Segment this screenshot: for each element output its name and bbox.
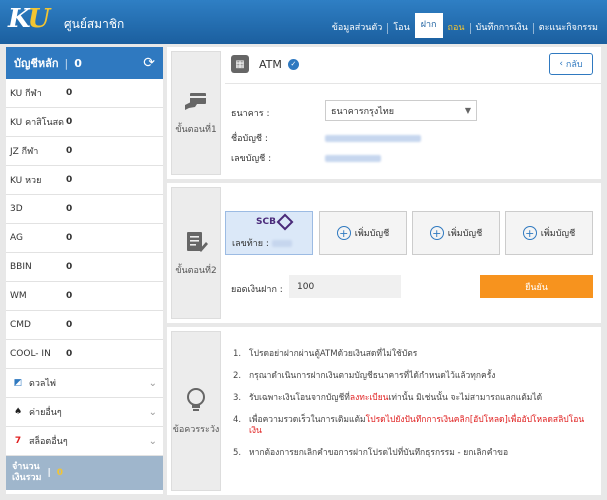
balance-row-label: AG xyxy=(10,233,23,243)
seven-icon: 7 xyxy=(14,436,22,446)
lightbulb-icon xyxy=(185,387,207,418)
balance-row-value: 0 xyxy=(66,204,73,214)
balance-row: CMD 0 xyxy=(6,311,163,340)
main-account-balance: 0 xyxy=(74,56,82,70)
add-account-button[interactable]: + เพิ่มบัญชี xyxy=(505,211,593,255)
balance-row-value: 0 xyxy=(66,320,73,330)
balance-row-value: 0 xyxy=(66,262,73,272)
spade-icon: ♠ xyxy=(13,407,23,417)
plus-icon: + xyxy=(429,226,444,240)
plus-icon: + xyxy=(336,226,351,240)
step1-panel: ขั้นตอนที่1 ▦ ATM ✓ ‹ กลับ ธนาคาร : ธนาค… xyxy=(167,47,601,179)
caret-down-icon: ▼ xyxy=(464,106,471,115)
divider xyxy=(225,83,601,84)
top-nav: ข้อมูลส่วนตัว โอน ฝาก ถอน บันทึกการเงิน ตะแนะ… xyxy=(327,13,603,38)
account-number-label: เลขบัญชี : xyxy=(231,154,272,164)
balance-row-value: 0 xyxy=(66,233,73,243)
total-balance: จำนวน เงินรวม | 0 xyxy=(6,456,163,490)
balance-row-value: 0 xyxy=(66,349,73,359)
total-balance-value: 0 xyxy=(56,467,64,478)
balance-row-label: KU กีฬา xyxy=(10,89,42,99)
balance-row-value: 0 xyxy=(66,291,73,301)
notice-item: 4. เพื่อความรวดเร็วในการเติมแต้มโปรดไปยัง… xyxy=(233,415,585,436)
confirm-button[interactable]: ยืนยัน xyxy=(480,275,593,298)
balance-row-label: BBIN xyxy=(10,262,32,272)
refresh-icon[interactable]: ⟳ xyxy=(143,55,155,71)
balance-row: WM 0 xyxy=(6,282,163,311)
balance-row: AG 0 xyxy=(6,224,163,253)
card-hand-icon xyxy=(183,91,209,118)
balance-row-value: 0 xyxy=(66,146,73,156)
top-header: KU ศูนย์สมาชิก ข้อมูลส่วนตัว โอน ฝาก ถอน บัน… xyxy=(0,0,607,44)
main-account-header: บัญชีหลัก | 0 ⟳ xyxy=(6,47,163,79)
nav-item[interactable]: ฝาก xyxy=(414,13,443,38)
deposit-method: ▦ ATM ✓ xyxy=(231,55,299,73)
bank-select[interactable]: ธนาคารกรุงไทย ▼ xyxy=(325,100,477,121)
balance-row-value: 0 xyxy=(66,117,73,127)
bank-account-card-scb[interactable]: SCB เลขท้าย : xyxy=(225,211,313,255)
notice-list: 1. โปรดอย่าฝากผ่านตู้ATMด้วยเงินสดที่ไม่ใ… xyxy=(233,349,593,470)
chevron-down-icon: ⌄ xyxy=(148,406,157,418)
nav-item[interactable]: โอน xyxy=(387,23,414,34)
balance-row: KU กีฬา 0 xyxy=(6,79,163,108)
step2-indicator: ขั้นตอนที่2 xyxy=(171,187,221,319)
balance-row-label: CMD xyxy=(10,320,31,330)
balance-row-label: WM xyxy=(10,291,27,301)
bank-label: ธนาคาร : xyxy=(231,109,270,119)
plus-icon: + xyxy=(522,226,537,240)
provider-expander[interactable]: ◩ ดวลไพ่ ⌄ xyxy=(6,369,163,398)
back-button[interactable]: ‹ กลับ xyxy=(549,53,593,75)
provider-expander[interactable]: ♠ ค่ายอื่นๆ ⌄ xyxy=(6,398,163,427)
balance-row: KU หวย 0 xyxy=(6,166,163,195)
notice-panel: ข้อควรระวัง 1. โปรดอย่าฝากผ่านตู้ATMด้วยเ… xyxy=(167,327,601,495)
ku-logo[interactable]: KU xyxy=(8,4,58,40)
cards-icon: ◩ xyxy=(13,378,23,388)
notice-item: 2. กรุณาดำเนินการฝากเงินตามบัญชีธนาคารที่… xyxy=(233,371,496,381)
nav-item[interactable]: ข้อมูลส่วนตัว xyxy=(327,23,388,34)
add-account-button[interactable]: + เพิ่มบัญชี xyxy=(319,211,407,255)
amount-label: ยอดเงินฝาก : xyxy=(231,285,283,295)
balance-row: KU คาสิโนสด 0 xyxy=(6,108,163,137)
balance-row: 3D 0 xyxy=(6,195,163,224)
page-title: ศูนย์สมาชิก xyxy=(64,17,125,31)
balance-row: COOL- IN 0 xyxy=(6,340,163,369)
balance-row-value: 0 xyxy=(66,88,73,98)
balance-row-label: 3D xyxy=(10,204,23,214)
account-number-value xyxy=(325,154,381,162)
step2-panel: ขั้นตอนที่2 SCB เลขท้าย : + เพิ่มบัญชี + เ… xyxy=(167,183,601,323)
balance-row: JZ กีฬา 0 xyxy=(6,137,163,166)
notice-indicator: ข้อควรระวัง xyxy=(171,331,221,491)
account-name-label: ชื่อบัญชี : xyxy=(231,134,268,144)
check-icon: ✓ xyxy=(287,58,299,70)
balance-row-value: 0 xyxy=(66,175,73,185)
step1-indicator: ขั้นตอนที่1 xyxy=(171,51,221,175)
atm-icon: ▦ xyxy=(231,55,249,73)
balance-row-label: JZ กีฬา xyxy=(10,147,39,157)
balance-row-label: KU คาสิโนสด xyxy=(10,118,64,128)
balance-row-label: KU หวย xyxy=(10,176,42,186)
chevron-down-icon: ⌄ xyxy=(148,435,157,447)
chevron-down-icon: ⌄ xyxy=(148,377,157,389)
amount-input[interactable]: 100 xyxy=(289,275,401,298)
notice-item: 5. หากต้องการยกเลิกคำขอการฝากโปรดไปที่บัน… xyxy=(233,448,509,458)
account-name-value xyxy=(325,134,421,142)
nav-item[interactable]: ถอน xyxy=(443,23,470,34)
notice-item: 3. รับเฉพาะเงินโอนจากบัญชีที่ลงทะเบียนเท่… xyxy=(233,393,543,403)
balance-row: BBIN 0 xyxy=(6,253,163,282)
last-digits-value xyxy=(271,239,292,247)
provider-expander[interactable]: 7 สล็อตอื่นๆ ⌄ xyxy=(6,427,163,456)
nav-item[interactable]: บันทึกการเงิน xyxy=(469,23,533,34)
nav-item[interactable]: ตะแนะกิจกรรม xyxy=(532,23,603,34)
notice-item: 1. โปรดอย่าฝากผ่านตู้ATMด้วยเงินสดที่ไม่ใ… xyxy=(233,349,418,359)
balance-sidebar: บัญชีหลัก | 0 ⟳ KU กีฬา 0 KU คาสิโนสด 0 JZ ก… xyxy=(6,47,163,494)
balance-row-label: COOL- IN xyxy=(10,349,51,359)
form-edit-icon xyxy=(184,230,208,259)
add-account-button[interactable]: + เพิ่มบัญชี xyxy=(412,211,500,255)
scb-logo: SCB xyxy=(256,213,294,231)
